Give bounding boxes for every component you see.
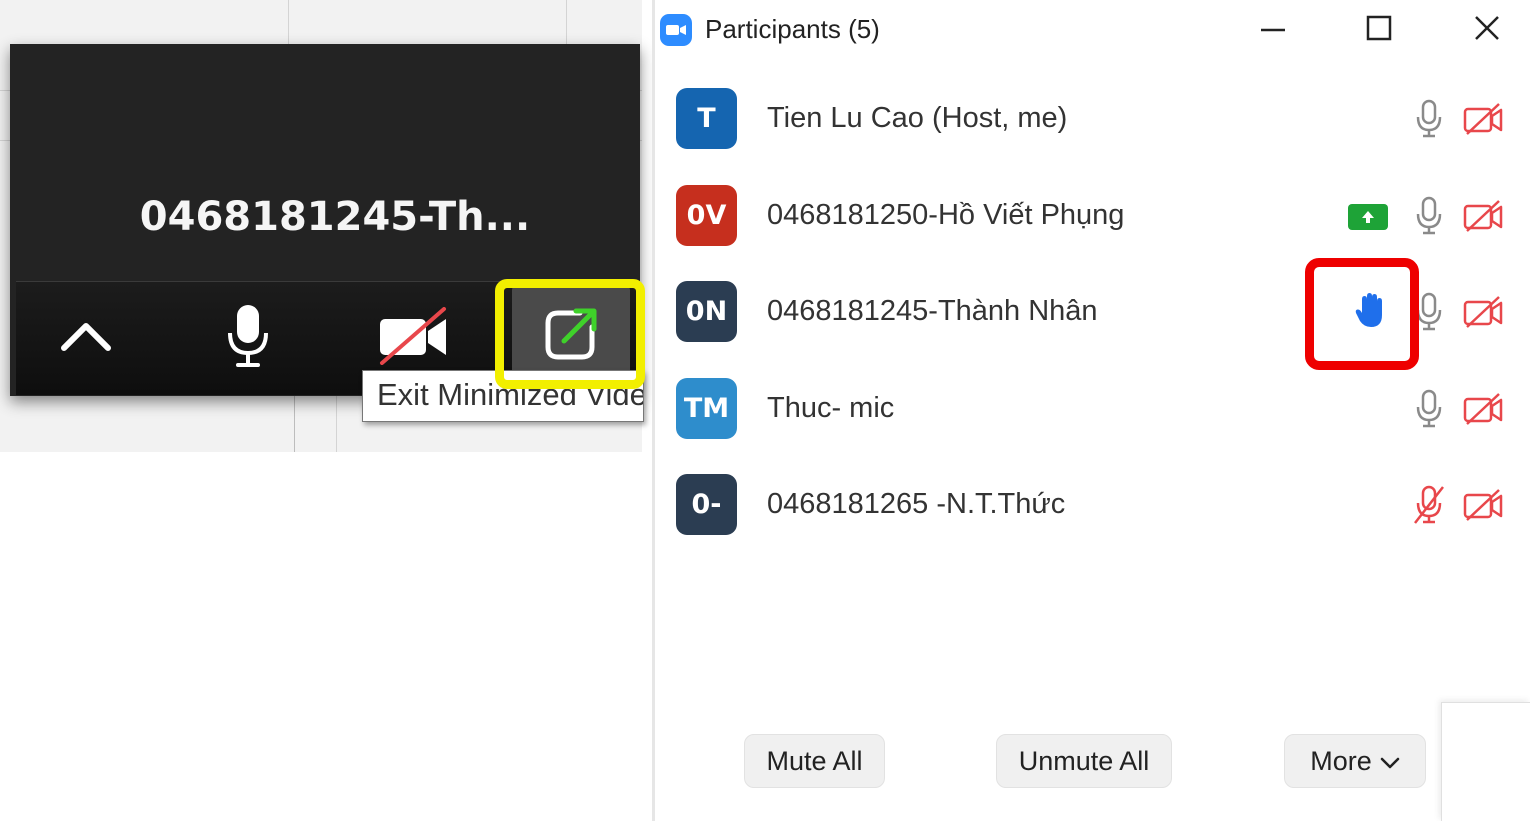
participant-row[interactable]: 0V 0468181250-Hồ Viết Phụng	[655, 167, 1530, 264]
panel-titlebar: Participants (5)	[655, 0, 1530, 62]
video-off-icon[interactable]	[1461, 97, 1505, 141]
participant-name: 0468181265 -N.T.Thức	[767, 488, 1066, 520]
microphone-icon[interactable]	[1407, 387, 1451, 431]
video-off-icon[interactable]	[1461, 483, 1505, 527]
participants-panel: Participants (5) T Tien Lu Cao (Host, me…	[652, 0, 1530, 821]
more-button-label: More	[1310, 745, 1372, 776]
participant-name: 0468181245-Thành Nhân	[767, 295, 1098, 327]
maximize-button[interactable]	[1351, 6, 1407, 54]
chevron-up-icon	[58, 316, 114, 356]
maximize-icon	[1365, 14, 1393, 47]
video-button[interactable]	[368, 296, 460, 376]
zoom-logo-icon	[660, 14, 692, 46]
participant-name: Thuc- mic	[767, 391, 895, 424]
video-off-icon[interactable]	[1461, 387, 1505, 431]
participant-row[interactable]: T Tien Lu Cao (Host, me)	[655, 70, 1530, 167]
panel-title: Participants (5)	[705, 14, 880, 44]
avatar: 0-	[676, 474, 737, 535]
avatar: 0N	[676, 281, 737, 342]
close-icon	[1473, 14, 1501, 47]
unmute-all-button[interactable]: Unmute All	[996, 734, 1172, 788]
highlight-box-yellow	[495, 279, 645, 389]
microphone-muted-icon[interactable]	[1407, 483, 1451, 527]
participant-row[interactable]: 0- 0468181265 -N.T.Thức	[655, 456, 1530, 553]
close-button[interactable]	[1459, 6, 1515, 54]
expand-button[interactable]	[40, 296, 132, 376]
mic-button[interactable]	[202, 296, 294, 376]
highlight-box-red	[1305, 258, 1419, 370]
avatar: TM	[676, 377, 737, 439]
microphone-icon[interactable]	[1407, 97, 1451, 141]
chevron-down-icon	[1380, 746, 1400, 777]
microphone-icon	[224, 303, 272, 369]
participant-row[interactable]: TM Thuc- mic	[655, 360, 1530, 457]
desktop-area	[0, 452, 652, 821]
mute-all-button[interactable]: Mute All	[744, 734, 885, 788]
video-off-icon[interactable]	[1461, 194, 1505, 238]
video-off-icon[interactable]	[1461, 290, 1505, 334]
avatar: T	[676, 88, 737, 149]
participant-name: 0468181250-Hồ Viết Phụng	[767, 198, 1125, 231]
microphone-icon[interactable]	[1407, 194, 1451, 238]
participant-name: Tien Lu Cao (Host, me)	[767, 102, 1068, 134]
minimize-button[interactable]	[1245, 6, 1301, 54]
video-off-icon	[376, 307, 452, 365]
more-button[interactable]: More	[1284, 734, 1426, 788]
video-participant-name: 0468181245-Th...	[139, 194, 531, 240]
overlapping-window-corner	[1441, 702, 1530, 821]
minimize-icon	[1259, 14, 1287, 47]
avatar: 0V	[676, 184, 737, 246]
screen-share-icon	[1348, 203, 1388, 230]
